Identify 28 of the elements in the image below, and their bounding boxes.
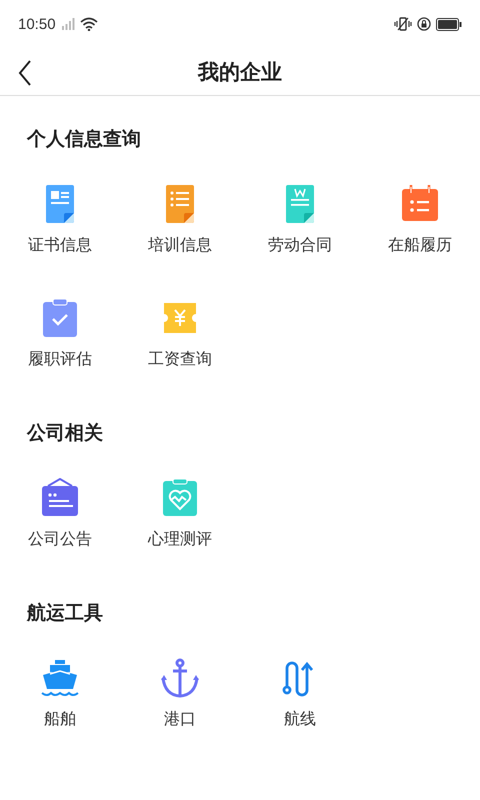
battery-icon	[436, 18, 462, 30]
page-title: 我的企业	[198, 58, 282, 86]
section-title: 公司相关	[26, 421, 104, 446]
notice-board-icon[interactable]	[40, 478, 80, 518]
section-title: 个人信息查询	[26, 127, 142, 152]
calendar-icon[interactable]	[400, 184, 440, 224]
item-label[interactable]: 证书信息	[28, 234, 92, 256]
lock-rotation-icon	[417, 17, 431, 31]
clipboard-check-icon[interactable]	[40, 298, 80, 338]
item-label[interactable]: 履职评估	[28, 348, 92, 370]
item-label[interactable]: 在船履历	[388, 234, 452, 256]
wifi-icon	[80, 17, 98, 31]
signal-icon	[60, 18, 75, 30]
ship-icon[interactable]	[40, 658, 80, 698]
item-label[interactable]: 航线	[284, 708, 316, 730]
chevron-left-icon	[18, 60, 32, 86]
status-time: 10:50	[18, 16, 56, 32]
item-label[interactable]: 工资查询	[148, 348, 212, 370]
heart-clipboard-icon[interactable]	[160, 478, 200, 518]
item-label[interactable]: 劳动合同	[268, 234, 332, 256]
section-title: 航运工具	[26, 601, 104, 626]
item-label[interactable]: 船舶	[44, 708, 76, 730]
item-label[interactable]: 培训信息	[148, 234, 212, 256]
vibrate-icon	[394, 17, 412, 31]
item-label[interactable]: 公司公告	[28, 528, 92, 550]
anchor-icon[interactable]	[160, 658, 200, 698]
item-label[interactable]: 港口	[164, 708, 196, 730]
item-label[interactable]: 心理测评	[148, 528, 212, 550]
